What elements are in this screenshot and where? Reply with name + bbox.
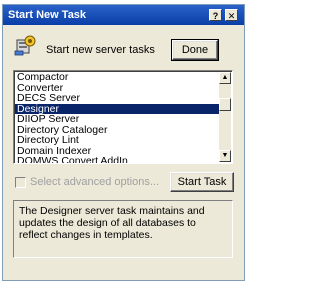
- help-button[interactable]: ?: [209, 9, 222, 21]
- start-new-tasks-label: Start new server tasks: [46, 44, 155, 56]
- start-task-button[interactable]: Start Task: [170, 172, 234, 192]
- scroll-up-arrow-icon[interactable]: ▲: [219, 72, 231, 84]
- done-button[interactable]: Done: [171, 39, 219, 61]
- list-item[interactable]: DOMWS Convert AddIn: [15, 156, 220, 163]
- scroll-down-arrow-icon[interactable]: ▼: [219, 150, 231, 162]
- advanced-options-label: Select advanced options...: [30, 176, 160, 188]
- list-item[interactable]: DECS Server: [15, 93, 220, 104]
- task-list: Compactor Converter DECS Server Designer…: [15, 72, 220, 163]
- list-item[interactable]: DIIOP Server: [15, 114, 220, 125]
- task-description: The Designer server task maintains and u…: [13, 200, 233, 258]
- server-task-icon: [14, 35, 36, 56]
- task-listbox[interactable]: Compactor Converter DECS Server Designer…: [13, 70, 233, 164]
- close-button[interactable]: ✕: [225, 9, 238, 21]
- title-bar: Start New Task ? ✕: [3, 5, 244, 25]
- window-title: Start New Task: [8, 9, 87, 21]
- vertical-scrollbar[interactable]: ▲ ▼: [219, 72, 231, 162]
- advanced-options-checkbox[interactable]: [15, 177, 26, 188]
- scroll-thumb[interactable]: [219, 98, 231, 111]
- list-item[interactable]: Directory Lint: [15, 135, 220, 146]
- list-item[interactable]: Compactor: [15, 72, 220, 83]
